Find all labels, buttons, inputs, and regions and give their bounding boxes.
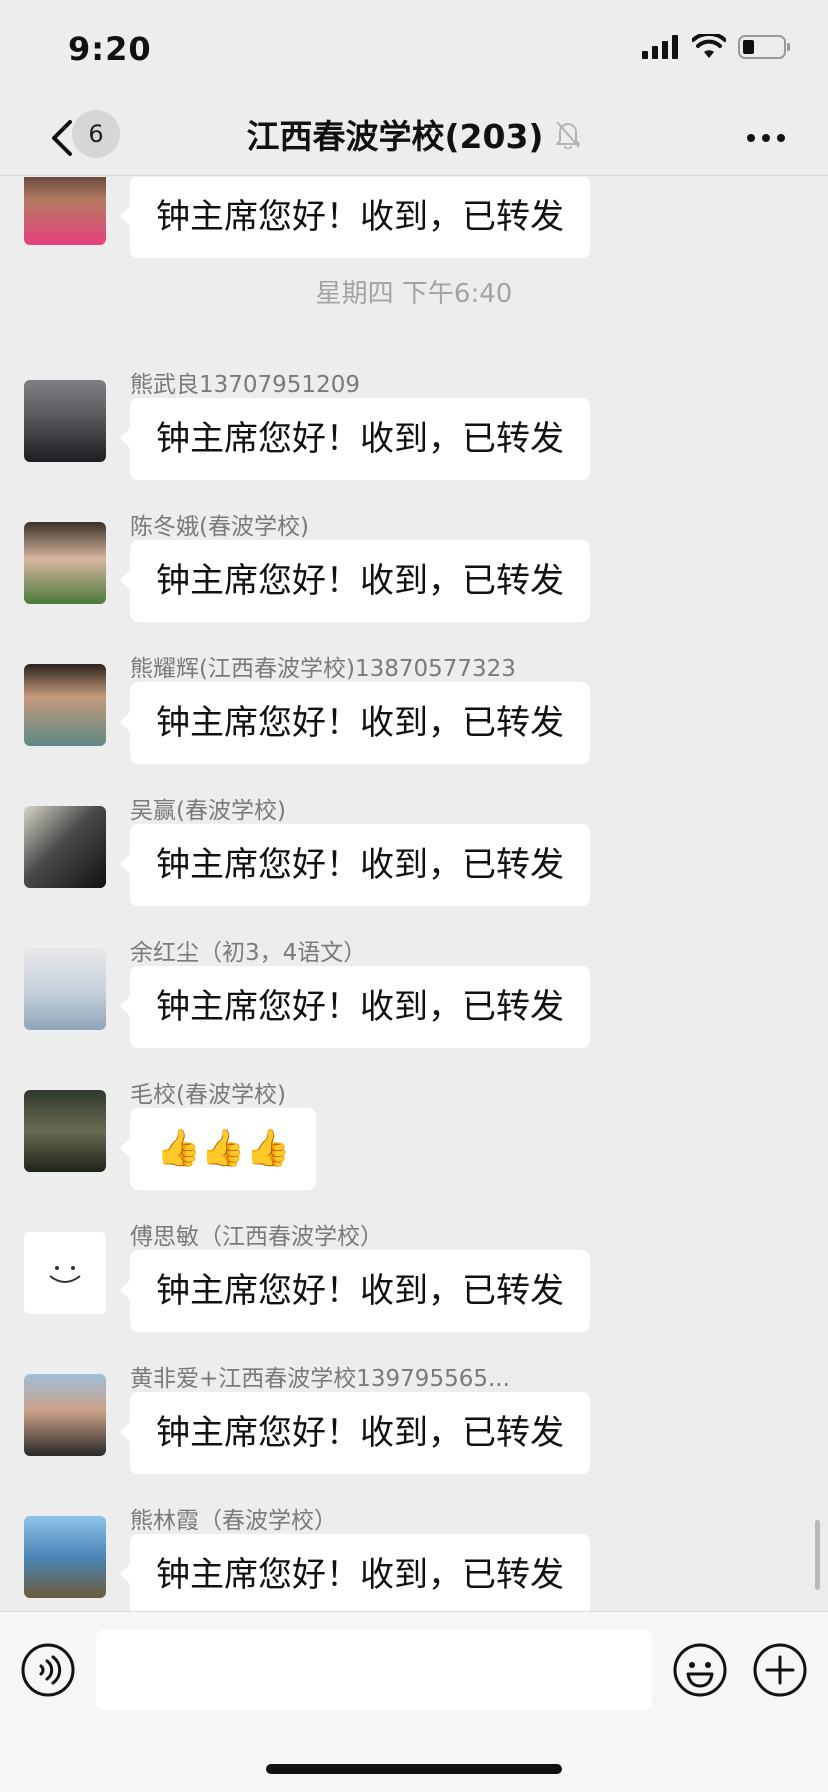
avatar[interactable] bbox=[24, 380, 106, 462]
sender-name: 熊武良13707951209 bbox=[130, 372, 360, 398]
avatar[interactable] bbox=[24, 522, 106, 604]
sender-name: 熊耀辉(江西春波学校)13870577323 bbox=[130, 656, 516, 682]
message-bubble[interactable]: 钟主席您好！收到，已转发 bbox=[120, 682, 590, 764]
sender-name: 傅思敏（江西春波学校） bbox=[130, 1224, 383, 1250]
message-list[interactable]: 钟主席您好！收到，已转发 星期四 下午6:40 熊武良13707951209 钟… bbox=[0, 177, 828, 1611]
chat-title: 江西春波学校(203) bbox=[0, 110, 828, 158]
chat-screen: 9:20 6 江西春波学校(203) 钟主席您好！收到，已转发 星期四 下午6:… bbox=[0, 0, 828, 1792]
scrollbar[interactable] bbox=[815, 1520, 820, 1590]
voice-button[interactable] bbox=[20, 1642, 76, 1698]
sender-name: 吴赢(春波学校) bbox=[130, 798, 286, 824]
sender-name: 毛校(春波学校) bbox=[130, 1082, 286, 1108]
voice-icon bbox=[21, 1643, 75, 1697]
emoji-button[interactable] bbox=[672, 1642, 728, 1698]
battery-icon bbox=[738, 35, 790, 59]
status-icons bbox=[640, 34, 792, 60]
sender-name: 熊林霞（春波学校） bbox=[130, 1508, 337, 1534]
avatar[interactable] bbox=[24, 177, 106, 245]
avatar[interactable] bbox=[24, 948, 106, 1030]
message-bubble[interactable]: 钟主席您好！收到，已转发 bbox=[120, 1534, 590, 1611]
chat-title-text: 江西春波学校(203) bbox=[246, 117, 544, 156]
sender-name: 陈冬娥(春波学校) bbox=[130, 514, 309, 540]
avatar[interactable] bbox=[24, 1374, 106, 1456]
message-input[interactable] bbox=[96, 1630, 652, 1710]
emoji-icon bbox=[673, 1643, 727, 1697]
status-bar: 9:20 bbox=[0, 0, 828, 100]
ellipsis-icon bbox=[747, 134, 785, 142]
home-indicator bbox=[266, 1764, 562, 1774]
more-button[interactable] bbox=[738, 110, 794, 166]
message-bubble[interactable]: 钟主席您好！收到，已转发 bbox=[120, 966, 590, 1048]
message-bubble[interactable]: 钟主席您好！收到，已转发 bbox=[120, 824, 590, 906]
wifi-icon bbox=[692, 34, 726, 58]
message-bubble[interactable]: 钟主席您好！收到，已转发 bbox=[120, 177, 590, 258]
message-bubble[interactable]: 钟主席您好！收到，已转发 bbox=[120, 1250, 590, 1332]
message-bubble[interactable]: 钟主席您好！收到，已转发 bbox=[120, 540, 590, 622]
smiley-avatar-icon bbox=[49, 1266, 81, 1283]
bell-slash-icon bbox=[555, 121, 580, 149]
message-bubble[interactable]: 钟主席您好！收到，已转发 bbox=[120, 398, 590, 480]
message-bubble[interactable]: 👍👍👍 bbox=[119, 1108, 317, 1190]
time-separator: 星期四 下午6:40 bbox=[315, 279, 513, 309]
message-bubble[interactable]: 钟主席您好！收到，已转发 bbox=[120, 1392, 590, 1474]
avatar[interactable] bbox=[24, 664, 106, 746]
sender-name: 黄非爱+江西春波学校139795565... bbox=[130, 1366, 510, 1392]
avatar[interactable] bbox=[24, 1090, 106, 1172]
avatar[interactable] bbox=[24, 1232, 106, 1314]
plus-button[interactable] bbox=[752, 1642, 808, 1698]
avatar[interactable] bbox=[24, 1516, 106, 1598]
avatar[interactable] bbox=[24, 806, 106, 888]
plus-icon bbox=[753, 1643, 807, 1697]
sender-name: 余红尘（初3，4语文） bbox=[130, 940, 367, 966]
nav-bar: 6 江西春波学校(203) bbox=[0, 100, 828, 176]
signal-icon bbox=[642, 35, 678, 59]
status-time: 9:20 bbox=[68, 30, 152, 68]
